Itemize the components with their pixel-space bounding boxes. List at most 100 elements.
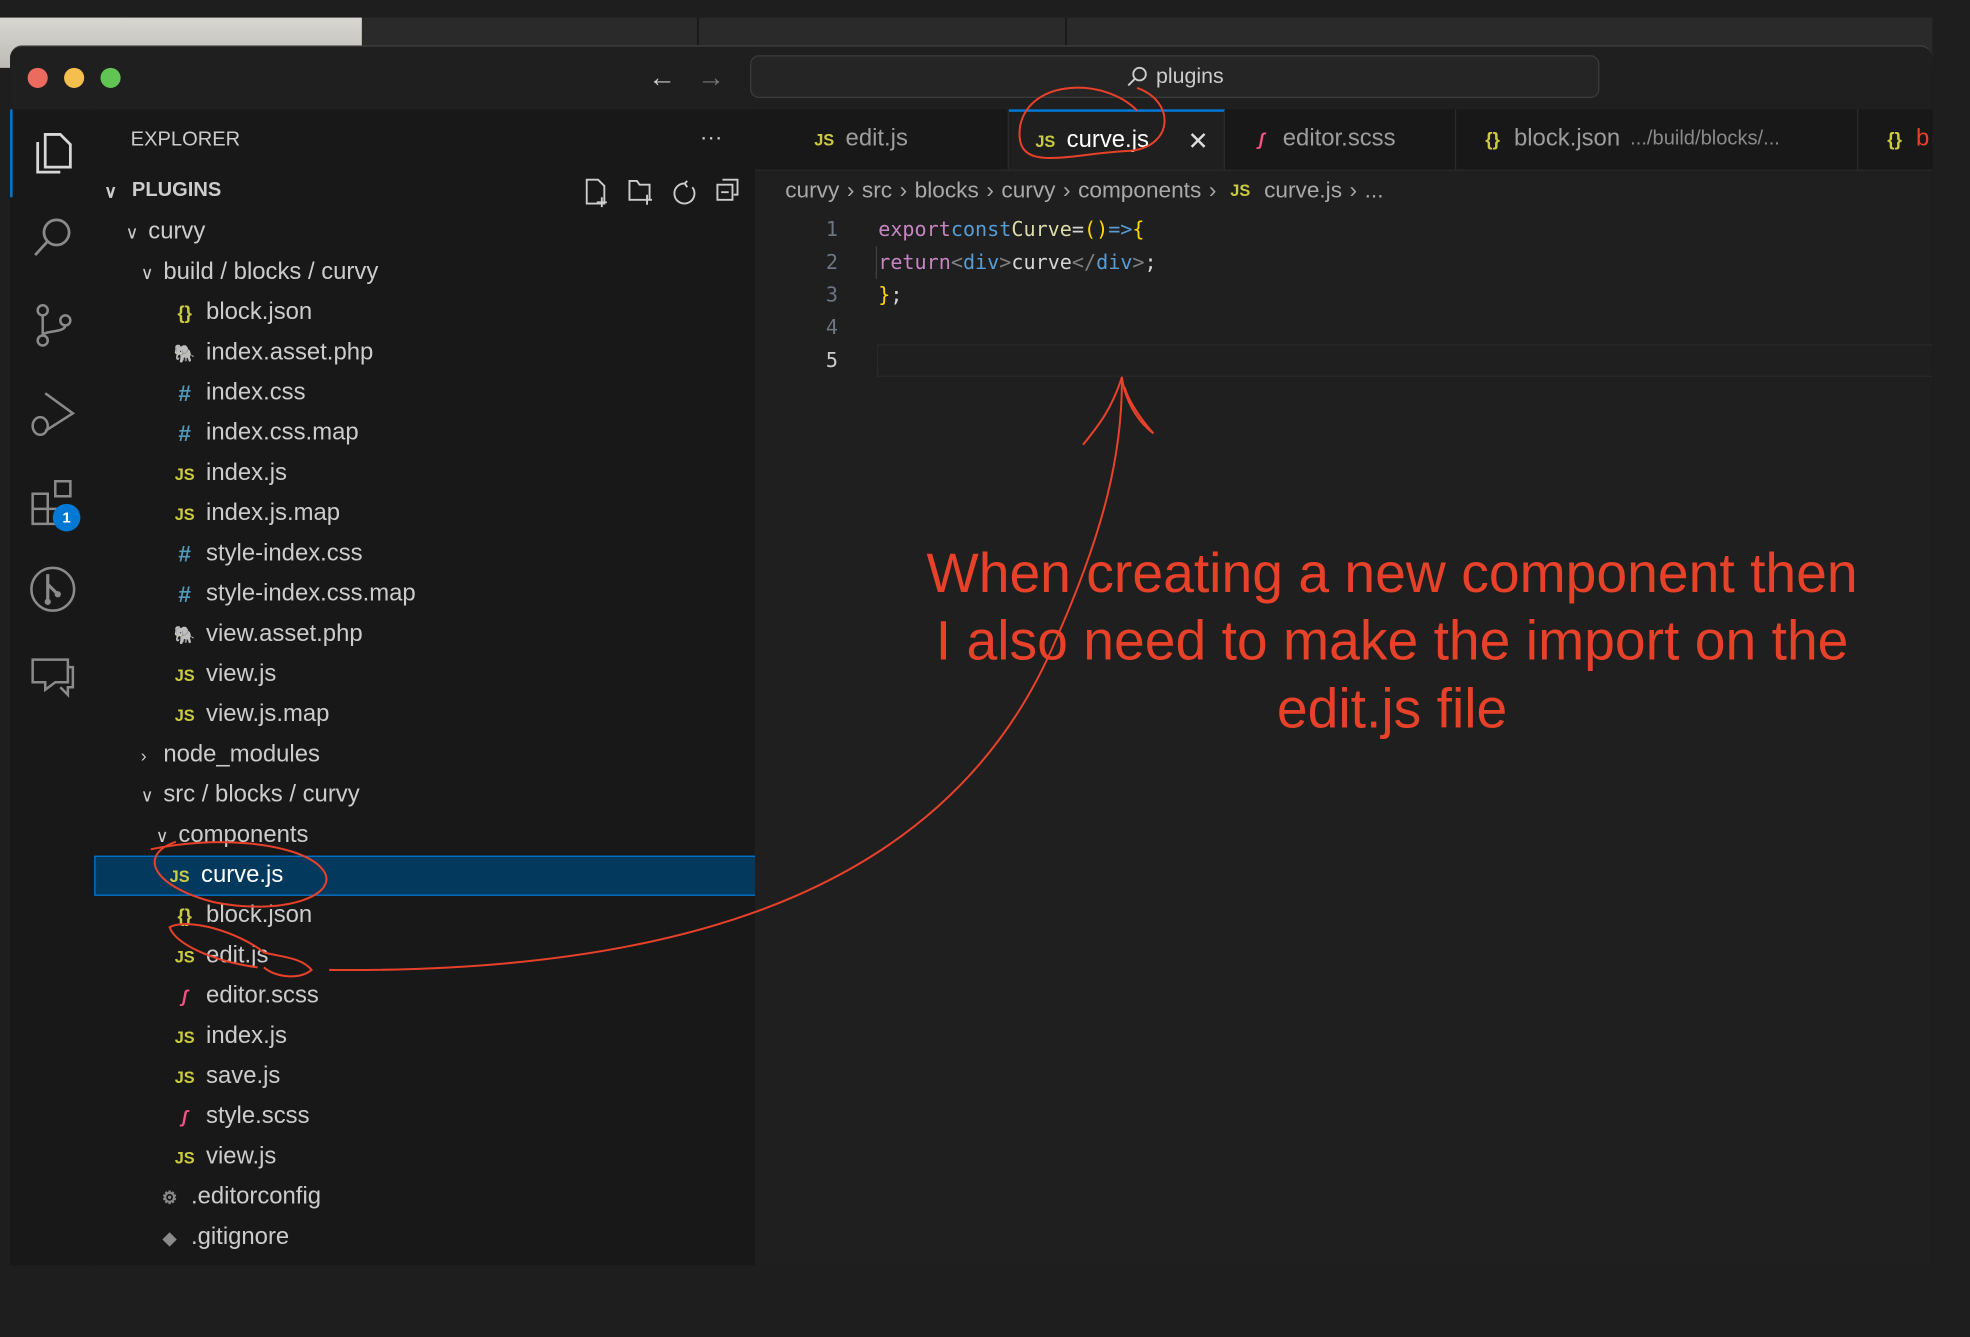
tab-label: editor.scss xyxy=(1282,125,1396,153)
command-center-search[interactable]: plugins xyxy=(750,55,1600,98)
minimize-window-button[interactable] xyxy=(64,67,85,88)
tree-item[interactable]: ʃ editor.scss xyxy=(94,976,834,1016)
source-control-icon[interactable] xyxy=(25,298,80,353)
breadcrumb-item[interactable]: components xyxy=(1078,177,1201,203)
tab-overflow[interactable]: {} b xyxy=(1858,109,1932,169)
code-token: return xyxy=(878,249,951,274)
tree-item-label: style-index.css.map xyxy=(206,580,416,607)
plugins-section-header[interactable]: ∨ PLUGINS xyxy=(104,180,221,203)
maximize-window-button[interactable] xyxy=(100,67,121,88)
chat-icon[interactable] xyxy=(25,650,80,705)
back-arrow-icon[interactable]: ← xyxy=(648,62,676,95)
tree-item-label: view.js.map xyxy=(206,701,330,728)
tree-item-label: edit.js xyxy=(206,942,269,969)
tree-item[interactable]: {} block.json xyxy=(94,293,834,333)
tree-item[interactable]: JS index.js.map xyxy=(94,494,834,534)
code-token: const xyxy=(950,216,1012,241)
tab-curve-js[interactable]: JS curve.js ✕ xyxy=(1008,109,1225,170)
tree-item-label: save.js xyxy=(206,1062,281,1090)
annotation-text: When creating a new component then I als… xyxy=(879,540,1904,744)
activity-bar: 1 xyxy=(10,109,96,1266)
annotation-line: I also need to make the import on the xyxy=(935,610,1849,673)
tree-item[interactable]: # index.css xyxy=(94,373,834,413)
breadcrumb-item[interactable]: ... xyxy=(1365,177,1384,203)
line-number: 4 xyxy=(825,314,839,339)
tree-item[interactable]: ∨ src / blocks / curvy xyxy=(94,775,801,815)
new-file-icon[interactable] xyxy=(585,178,607,208)
close-tab-icon[interactable]: ✕ xyxy=(1188,125,1209,156)
tree-item[interactable]: ∨ build / blocks / curvy xyxy=(94,253,801,293)
tree-item[interactable]: 🐘 view.asset.php xyxy=(94,614,834,654)
js-file-icon: JS xyxy=(174,946,195,966)
git-graph-icon[interactable] xyxy=(25,562,80,617)
tree-item[interactable]: JS save.js xyxy=(94,1057,834,1097)
tree-item-label: curve.js xyxy=(201,861,284,889)
breadcrumb-item[interactable]: curve.js xyxy=(1264,177,1342,203)
annotation-line: edit.js file xyxy=(1276,678,1508,741)
collapse-all-icon[interactable] xyxy=(716,178,739,201)
tab-block-json[interactable]: {} block.json .../build/blocks/... xyxy=(1456,109,1859,170)
tree-item[interactable]: JS index.js xyxy=(94,1016,834,1056)
tree-item-label: block.json xyxy=(206,299,313,326)
json-file-icon: {} xyxy=(1485,128,1500,151)
tree-item[interactable]: ∨ components xyxy=(94,815,816,855)
tree-item[interactable]: JS index.js xyxy=(94,454,834,494)
tree-item[interactable]: {} block.json xyxy=(94,896,834,936)
tab-editor-scss[interactable]: ʃ editor.scss xyxy=(1225,109,1457,170)
css-file-icon: # xyxy=(178,540,191,567)
tree-item[interactable]: › node_modules xyxy=(94,735,801,775)
breadcrumb-item[interactable]: curvy xyxy=(785,177,839,203)
tab-edit-js[interactable]: JS edit.js xyxy=(788,109,1009,170)
tree-item-label: components xyxy=(178,821,309,849)
tree-item[interactable]: JS edit.js xyxy=(94,936,834,976)
tree-item[interactable]: ⚙ .editorconfig xyxy=(94,1177,819,1217)
search-icon[interactable] xyxy=(25,210,80,265)
tab-label: edit.js xyxy=(845,125,908,153)
php-file-icon: 🐘 xyxy=(173,623,196,644)
search-icon xyxy=(1127,66,1147,87)
run-debug-icon[interactable] xyxy=(25,386,80,441)
extensions-badge: 1 xyxy=(52,503,81,532)
code-editor[interactable]: 1 export const Curve = () => { 2 return … xyxy=(755,212,1932,388)
refresh-icon[interactable] xyxy=(673,180,696,205)
tree-item[interactable]: ◆ .gitignore xyxy=(94,1217,819,1257)
tree-item[interactable]: ∨ curvy xyxy=(94,212,786,252)
chevron-right-icon: › xyxy=(1208,177,1217,203)
breadcrumb-item[interactable]: blocks xyxy=(915,177,979,203)
tree-item[interactable]: JS view.js xyxy=(94,1137,834,1177)
tree-item-label: editor.scss xyxy=(206,982,319,1009)
divider xyxy=(1065,17,1067,46)
more-actions-icon[interactable]: ··· xyxy=(700,124,723,150)
js-file-icon: JS xyxy=(174,504,195,524)
annotation-line: When creating a new component then xyxy=(926,542,1858,605)
chevron-down-icon: ∨ xyxy=(140,784,154,805)
tree-item[interactable]: # style-index.css.map xyxy=(94,574,834,614)
css-file-icon: # xyxy=(178,380,191,406)
tree-item[interactable]: # index.css.map xyxy=(94,413,834,453)
close-window-button[interactable] xyxy=(27,67,48,88)
explorer-icon[interactable] xyxy=(25,124,80,179)
tree-item-label: style.scss xyxy=(206,1103,310,1130)
breadcrumb-item[interactable]: src xyxy=(862,177,892,203)
tree-item[interactable]: JS view.js.map xyxy=(94,695,834,735)
breadcrumb-item[interactable]: curvy xyxy=(1001,177,1055,203)
tree-item[interactable]: JS curve.js xyxy=(94,855,830,896)
tree-item-label: index.js xyxy=(206,1022,287,1050)
tree-item-label: curvy xyxy=(148,218,206,245)
js-file-icon: JS xyxy=(174,1067,195,1087)
chevron-right-icon: › xyxy=(899,177,908,203)
tree-item-label: .gitignore xyxy=(190,1223,290,1251)
tree-item-label: .editorconfig xyxy=(190,1183,322,1210)
chevron-down-icon: ∨ xyxy=(104,180,118,201)
js-file-icon: JS xyxy=(174,464,195,484)
tree-item-label: view.js xyxy=(206,1143,277,1170)
forward-arrow-icon[interactable]: → xyxy=(697,62,725,95)
tree-item-label: style-index.css xyxy=(206,540,363,567)
code-token: { xyxy=(1132,216,1145,241)
tree-item[interactable]: 🐘 index.asset.php xyxy=(94,333,834,373)
tree-item[interactable]: # style-index.css xyxy=(94,534,834,574)
new-folder-icon[interactable] xyxy=(628,179,653,205)
breadcrumb: curvy › src › blocks › curvy › components › J… xyxy=(785,177,1383,203)
tree-item[interactable]: ʃ style.scss xyxy=(94,1097,834,1137)
tree-item[interactable]: JS view.js xyxy=(94,655,834,695)
